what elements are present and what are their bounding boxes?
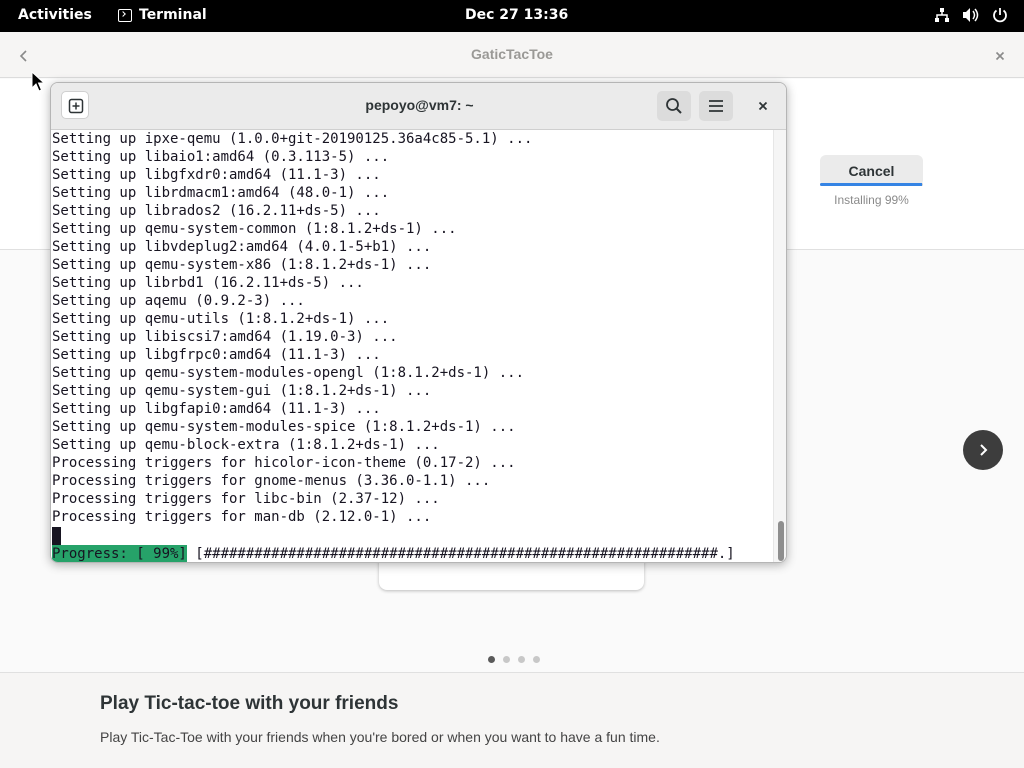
carousel-next-button[interactable] (963, 430, 1003, 470)
system-tray[interactable] (934, 7, 1008, 23)
network-icon (935, 8, 949, 22)
terminal-line: Setting up qemu-system-gui (1:8.1.2+ds-1… (52, 383, 432, 399)
scrollbar-thumb[interactable] (778, 521, 784, 561)
terminal-line: Setting up libgfrpc0:amd64 (11.1-3) ... (52, 347, 381, 363)
top-bar: Activities Terminal Dec 27 13:36 (0, 0, 1024, 32)
volume-icon (963, 8, 979, 22)
terminal-line: Setting up librdmacm1:amd64 (48.0-1) ... (52, 185, 390, 201)
terminal-cursor (52, 527, 61, 545)
software-window-title: GaticTacToe (471, 46, 553, 62)
terminal-header-bar: pepoyo@vm7: ~ (51, 83, 786, 130)
terminal-line: Processing triggers for hicolor-icon-the… (52, 455, 516, 471)
terminal-line: Processing triggers for man-db (2.12.0-1… (52, 509, 432, 525)
close-icon (758, 101, 768, 111)
software-close-button[interactable] (990, 46, 1010, 66)
terminal-line: Setting up aqemu (0.9.2-3) ... (52, 293, 305, 309)
description-body: Play Tic-Tac-Toe with your friends when … (100, 729, 660, 745)
terminal-line: Setting up libvdeplug2:amd64 (4.0.1-5+b1… (52, 239, 432, 255)
terminal-line: Setting up qemu-utils (1:8.1.2+ds-1) ... (52, 311, 390, 327)
apt-progress-bar: [#######################################… (186, 546, 735, 562)
close-icon (995, 51, 1005, 61)
carousel-dot[interactable] (533, 656, 540, 663)
carousel-dot[interactable] (518, 656, 525, 663)
terminal-line: Processing triggers for gnome-menus (3.3… (52, 473, 491, 489)
power-icon (993, 8, 1007, 23)
terminal-line: Setting up libgfxdr0:amd64 (11.1-3) ... (52, 167, 381, 183)
app-menu[interactable]: Terminal (118, 7, 207, 23)
activities-button[interactable]: Activities (18, 7, 92, 23)
terminal-window[interactable]: pepoyo@vm7: ~ Setting up ipxe-qemu (1.0.… (50, 82, 787, 563)
description-heading: Play Tic-tac-toe with your friends (100, 693, 399, 714)
clock[interactable]: Dec 27 13:36 (465, 7, 568, 23)
terminal-output[interactable]: Setting up ipxe-qemu (1.0.0+git-20190125… (51, 130, 773, 562)
apt-progress-label: Progress: [ 99%] (52, 545, 187, 562)
terminal-line: Setting up qemu-system-x86 (1:8.1.2+ds-1… (52, 257, 432, 273)
install-progress-bar (820, 183, 923, 186)
software-header-bar: GaticTacToe (0, 32, 1024, 78)
terminal-line: Setting up ipxe-qemu (1.0.0+git-20190125… (52, 131, 533, 147)
terminal-search-button[interactable] (657, 91, 691, 121)
terminal-line: Setting up qemu-system-modules-spice (1:… (52, 419, 516, 435)
terminal-line: Setting up libgfapi0:amd64 (11.1-3) ... (52, 401, 381, 417)
hamburger-menu-icon (709, 100, 723, 112)
carousel-dot[interactable] (503, 656, 510, 663)
carousel-dots[interactable] (488, 656, 540, 663)
terminal-line: Setting up qemu-system-common (1:8.1.2+d… (52, 221, 457, 237)
search-icon (666, 98, 682, 114)
terminal-line: Setting up qemu-block-extra (1:8.1.2+ds-… (52, 437, 440, 453)
apt-progress-line: Progress: [ 99%] [######################… (52, 545, 735, 562)
cancel-install-button[interactable]: Cancel (820, 155, 923, 186)
terminal-line: Setting up librbd1 (16.2.11+ds-5) ... (52, 275, 364, 291)
chevron-right-icon (980, 444, 988, 456)
carousel-dot[interactable] (488, 656, 495, 663)
terminal-scrollbar[interactable] (773, 130, 786, 562)
install-status-text: Installing 99% (834, 193, 909, 207)
terminal-line: Setting up libaio1:amd64 (0.3.113-5) ... (52, 149, 390, 165)
mouse-pointer-icon (31, 71, 45, 92)
install-progress-fill (820, 183, 922, 186)
terminal-line: Setting up libiscsi7:amd64 (1.19.0-3) ..… (52, 329, 398, 345)
terminal-close-button[interactable] (751, 94, 775, 118)
terminal-line: Setting up qemu-system-modules-opengl (1… (52, 365, 525, 381)
terminal-line: Setting up librados2 (16.2.11+ds-5) ... (52, 203, 381, 219)
terminal-menu-button[interactable] (699, 91, 733, 121)
terminal-icon (118, 8, 132, 22)
app-description: Play Tic-tac-toe with your friends Play … (0, 672, 1024, 768)
terminal-line: Processing triggers for libc-bin (2.37-1… (52, 491, 440, 507)
app-menu-label: Terminal (139, 7, 207, 23)
